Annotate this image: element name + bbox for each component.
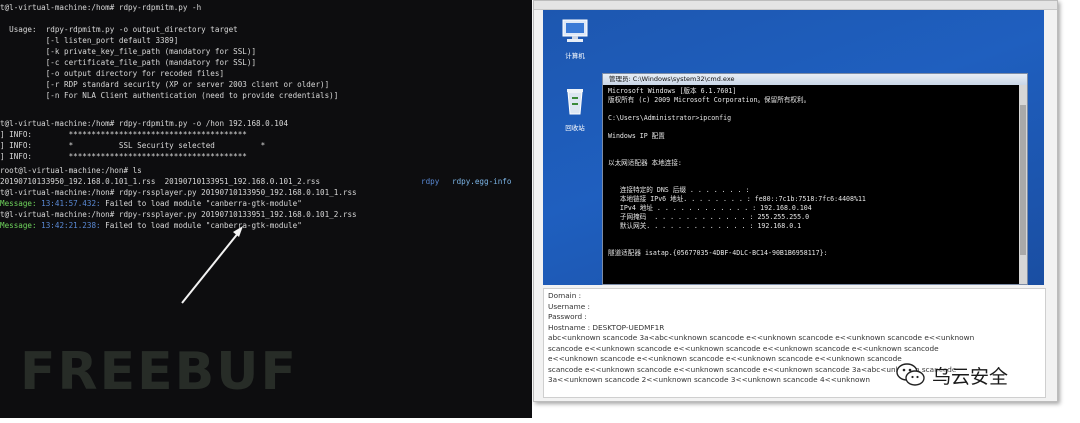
cmd-window[interactable]: 管理员: C:\Windows\system32\cmd.exe Microso… xyxy=(602,73,1028,285)
wechat-account-name: 乌云安全 xyxy=(932,365,1009,388)
wechat-watermark: 乌云安全 xyxy=(896,362,1008,388)
cmd-line: 本地链接 IPv6 地址. . . . . . . . : fe80::7c1b… xyxy=(608,195,866,203)
scrollbar-thumb[interactable] xyxy=(1020,105,1026,255)
cmd-line: IPv4 地址 . . . . . . . . . . . . : 192.16… xyxy=(608,204,812,212)
terminal-window[interactable]: t@l-virtual-machine:/hom# rdpy-rdpmitm.p… xyxy=(0,0,532,418)
cmd-line: Windows IP 配置 xyxy=(608,132,665,140)
cmd-line: C:\Users\Administrator>ipconfig xyxy=(608,114,732,122)
computer-icon xyxy=(562,19,588,42)
log-line-username: Username : xyxy=(548,301,590,311)
log-line-domain: Domain : xyxy=(548,291,582,300)
desktop-icon-recycle-bin[interactable]: 回收站 xyxy=(555,86,595,132)
cmd-scrollbar[interactable] xyxy=(1019,85,1027,284)
log-line-keystrokes: scancode e<<unknown scancode e<<unknown … xyxy=(548,343,939,353)
cmd-line: 子网掩码 . . . . . . . . . . . . : 255.255.2… xyxy=(608,213,810,221)
wechat-icon xyxy=(896,363,925,386)
log-line-keystrokes: e<<unknown scancode e<<unknown scancode … xyxy=(548,354,902,363)
cmd-line: 默认网关. . . . . . . . . . . . . : 192.168.… xyxy=(608,222,802,230)
recycle-bin-icon xyxy=(567,89,583,115)
log-line-hostname: Hostname : DESKTOP-UEDMF1R xyxy=(548,322,665,332)
cmd-line: 隧道适配器 isatap.{05677035-4DBF-4DLC-BC14-90… xyxy=(608,249,828,257)
window-title-bar[interactable] xyxy=(534,1,1057,10)
cmd-output: Microsoft Windows [版本 6.1.7601] 版权所有 (c)… xyxy=(603,85,1019,284)
cmd-line: Microsoft Windows [版本 6.1.7601] xyxy=(608,87,737,95)
log-line-keystrokes: 3a<<unknown scancode 2<<unknown scancode… xyxy=(548,375,871,384)
freebuf-watermark: FREEBUF xyxy=(20,342,298,402)
remote-desktop-view[interactable]: 计算机 回收站 管理员: C:\Windows\system32\cmd.exe… xyxy=(543,10,1044,285)
cmd-line: 连接特定的 DNS 后缀 . . . . . . . : xyxy=(608,186,750,194)
desktop-icon-computer[interactable]: 计算机 xyxy=(555,18,595,60)
cmd-line: 以太网适配器 本地连接: xyxy=(608,159,682,167)
log-line-keystrokes: abc<unknown scancode 3a<abc<unknown scan… xyxy=(548,333,975,342)
cmd-line: 版权所有 (c) 2009 Microsoft Corporation。保留所有… xyxy=(608,96,811,104)
desktop-icon-label: 计算机 xyxy=(565,52,585,60)
log-line-password: Password : xyxy=(548,312,587,321)
cmd-title[interactable]: 管理员: C:\Windows\system32\cmd.exe xyxy=(603,74,1027,85)
rdp-player-window[interactable]: 计算机 回收站 管理员: C:\Windows\system32\cmd.exe… xyxy=(533,0,1058,402)
desktop-icon-label: 回收站 xyxy=(565,124,585,132)
